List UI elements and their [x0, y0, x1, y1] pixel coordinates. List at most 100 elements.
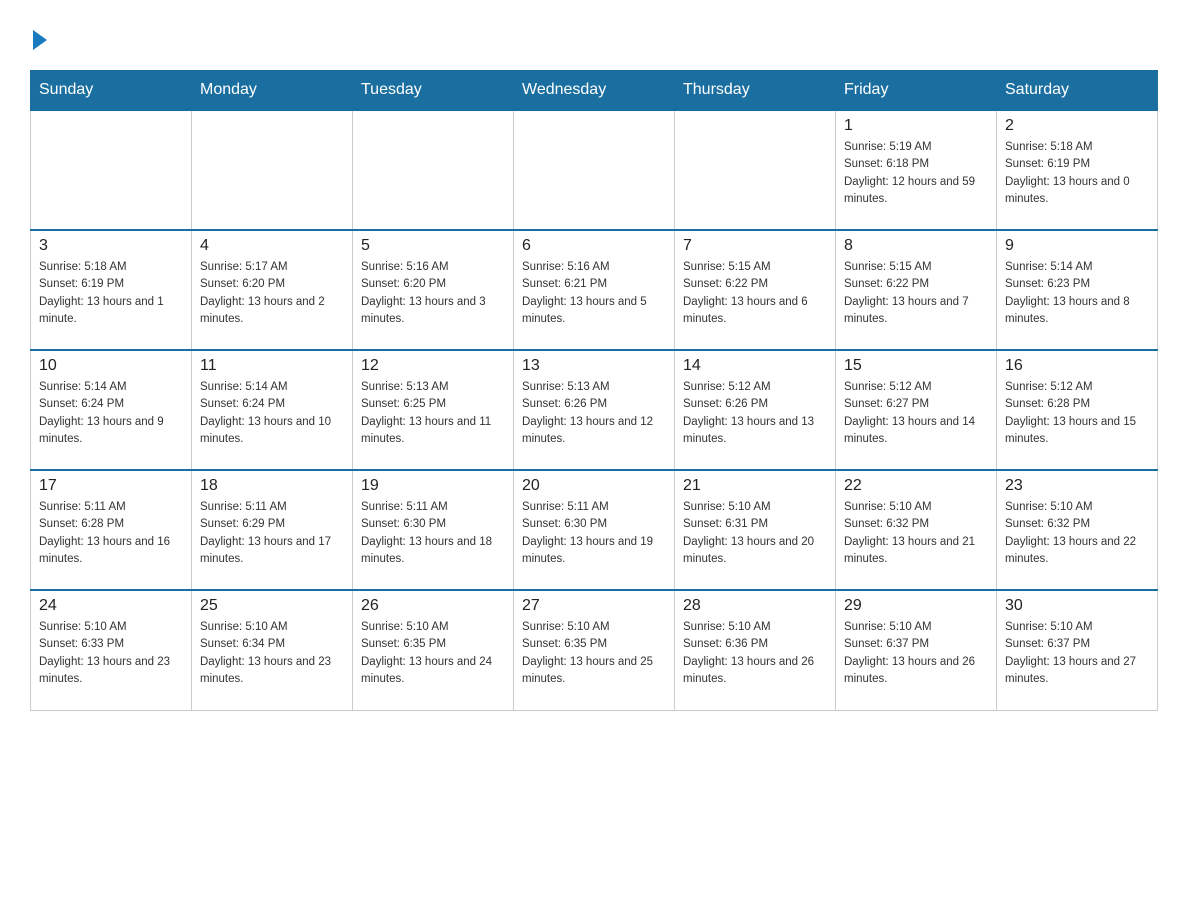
- day-info: Sunrise: 5:13 AMSunset: 6:26 PMDaylight:…: [522, 379, 666, 448]
- calendar-cell: [353, 110, 514, 230]
- calendar-cell: 21 Sunrise: 5:10 AMSunset: 6:31 PMDayligh…: [675, 470, 836, 590]
- day-info: Sunrise: 5:15 AMSunset: 6:22 PMDaylight:…: [844, 259, 988, 328]
- day-header-thursday: Thursday: [675, 71, 836, 111]
- day-number: 8: [844, 237, 988, 255]
- calendar-cell: 11 Sunrise: 5:14 AMSunset: 6:24 PMDayligh…: [192, 350, 353, 470]
- logo-blue-text: [30, 30, 47, 52]
- day-info: Sunrise: 5:10 AMSunset: 6:35 PMDaylight:…: [522, 619, 666, 688]
- calendar-cell: [192, 110, 353, 230]
- day-info: Sunrise: 5:14 AMSunset: 6:24 PMDaylight:…: [39, 379, 183, 448]
- calendar-cell: 14 Sunrise: 5:12 AMSunset: 6:26 PMDayligh…: [675, 350, 836, 470]
- calendar-table: SundayMondayTuesdayWednesdayThursdayFrid…: [30, 70, 1158, 711]
- day-header-sunday: Sunday: [31, 71, 192, 111]
- day-info: Sunrise: 5:11 AMSunset: 6:30 PMDaylight:…: [522, 499, 666, 568]
- day-number: 11: [200, 357, 344, 375]
- day-info: Sunrise: 5:10 AMSunset: 6:37 PMDaylight:…: [1005, 619, 1149, 688]
- day-info: Sunrise: 5:12 AMSunset: 6:27 PMDaylight:…: [844, 379, 988, 448]
- calendar-cell: 3Sunrise: 5:18 AMSunset: 6:19 PMDaylight…: [31, 230, 192, 350]
- day-header-monday: Monday: [192, 71, 353, 111]
- calendar-cell: 18 Sunrise: 5:11 AMSunset: 6:29 PMDayligh…: [192, 470, 353, 590]
- day-info: Sunrise: 5:10 AMSunset: 6:34 PMDaylight:…: [200, 619, 344, 688]
- calendar-week-4: 17 Sunrise: 5:11 AMSunset: 6:28 PMDayligh…: [31, 470, 1158, 590]
- calendar-cell: 13 Sunrise: 5:13 AMSunset: 6:26 PMDayligh…: [514, 350, 675, 470]
- calendar-cell: 24 Sunrise: 5:10 AMSunset: 6:33 PMDayligh…: [31, 590, 192, 710]
- calendar-cell: 23 Sunrise: 5:10 AMSunset: 6:32 PMDayligh…: [997, 470, 1158, 590]
- day-info: Sunrise: 5:11 AMSunset: 6:29 PMDaylight:…: [200, 499, 344, 568]
- calendar-week-1: 1 Sunrise: 5:19 AMSunset: 6:18 PMDaylight…: [31, 110, 1158, 230]
- day-number: 23: [1005, 477, 1149, 495]
- day-info: Sunrise: 5:10 AMSunset: 6:32 PMDaylight:…: [844, 499, 988, 568]
- day-number: 12: [361, 357, 505, 375]
- day-info: Sunrise: 5:13 AMSunset: 6:25 PMDaylight:…: [361, 379, 505, 448]
- logo-triangle-icon: [33, 30, 47, 50]
- day-number: 5: [361, 237, 505, 255]
- calendar-cell: 6 Sunrise: 5:16 AMSunset: 6:21 PMDaylight…: [514, 230, 675, 350]
- day-header-tuesday: Tuesday: [353, 71, 514, 111]
- calendar-cell: 16 Sunrise: 5:12 AMSunset: 6:28 PMDayligh…: [997, 350, 1158, 470]
- day-info: Sunrise: 5:14 AMSunset: 6:24 PMDaylight:…: [200, 379, 344, 448]
- day-info: Sunrise: 5:10 AMSunset: 6:32 PMDaylight:…: [1005, 499, 1149, 568]
- calendar-cell: 7Sunrise: 5:15 AMSunset: 6:22 PMDaylight…: [675, 230, 836, 350]
- day-info: Sunrise: 5:10 AMSunset: 6:33 PMDaylight:…: [39, 619, 183, 688]
- day-number: 10: [39, 357, 183, 375]
- calendar-cell: 4 Sunrise: 5:17 AMSunset: 6:20 PMDaylight…: [192, 230, 353, 350]
- calendar-cell: 17 Sunrise: 5:11 AMSunset: 6:28 PMDayligh…: [31, 470, 192, 590]
- page-header: [30, 20, 1158, 52]
- calendar-week-3: 10 Sunrise: 5:14 AMSunset: 6:24 PMDayligh…: [31, 350, 1158, 470]
- calendar-cell: 1 Sunrise: 5:19 AMSunset: 6:18 PMDaylight…: [836, 110, 997, 230]
- calendar-cell: 15Sunrise: 5:12 AMSunset: 6:27 PMDayligh…: [836, 350, 997, 470]
- day-header-saturday: Saturday: [997, 71, 1158, 111]
- calendar-cell: 29Sunrise: 5:10 AMSunset: 6:37 PMDayligh…: [836, 590, 997, 710]
- day-number: 18: [200, 477, 344, 495]
- day-number: 6: [522, 237, 666, 255]
- logo: [30, 30, 47, 52]
- day-number: 22: [844, 477, 988, 495]
- day-info: Sunrise: 5:11 AMSunset: 6:28 PMDaylight:…: [39, 499, 183, 568]
- calendar-week-2: 3Sunrise: 5:18 AMSunset: 6:19 PMDaylight…: [31, 230, 1158, 350]
- day-header-friday: Friday: [836, 71, 997, 111]
- day-number: 9: [1005, 237, 1149, 255]
- day-number: 30: [1005, 597, 1149, 615]
- day-info: Sunrise: 5:15 AMSunset: 6:22 PMDaylight:…: [683, 259, 827, 328]
- calendar-cell: 9 Sunrise: 5:14 AMSunset: 6:23 PMDaylight…: [997, 230, 1158, 350]
- calendar-cell: 19 Sunrise: 5:11 AMSunset: 6:30 PMDayligh…: [353, 470, 514, 590]
- calendar-cell: 5Sunrise: 5:16 AMSunset: 6:20 PMDaylight…: [353, 230, 514, 350]
- calendar-cell: 26Sunrise: 5:10 AMSunset: 6:35 PMDayligh…: [353, 590, 514, 710]
- day-info: Sunrise: 5:12 AMSunset: 6:26 PMDaylight:…: [683, 379, 827, 448]
- day-number: 21: [683, 477, 827, 495]
- day-number: 17: [39, 477, 183, 495]
- day-number: 14: [683, 357, 827, 375]
- calendar-cell: 28Sunrise: 5:10 AMSunset: 6:36 PMDayligh…: [675, 590, 836, 710]
- day-info: Sunrise: 5:10 AMSunset: 6:31 PMDaylight:…: [683, 499, 827, 568]
- day-info: Sunrise: 5:12 AMSunset: 6:28 PMDaylight:…: [1005, 379, 1149, 448]
- calendar-cell: 2 Sunrise: 5:18 AMSunset: 6:19 PMDaylight…: [997, 110, 1158, 230]
- calendar-week-5: 24 Sunrise: 5:10 AMSunset: 6:33 PMDayligh…: [31, 590, 1158, 710]
- day-number: 4: [200, 237, 344, 255]
- day-number: 25: [200, 597, 344, 615]
- day-number: 29: [844, 597, 988, 615]
- day-number: 13: [522, 357, 666, 375]
- day-number: 26: [361, 597, 505, 615]
- calendar-cell: 10 Sunrise: 5:14 AMSunset: 6:24 PMDayligh…: [31, 350, 192, 470]
- day-number: 2: [1005, 117, 1149, 135]
- day-number: 20: [522, 477, 666, 495]
- calendar-cell: 27 Sunrise: 5:10 AMSunset: 6:35 PMDayligh…: [514, 590, 675, 710]
- day-number: 1: [844, 117, 988, 135]
- day-info: Sunrise: 5:11 AMSunset: 6:30 PMDaylight:…: [361, 499, 505, 568]
- day-info: Sunrise: 5:10 AMSunset: 6:36 PMDaylight:…: [683, 619, 827, 688]
- day-info: Sunrise: 5:17 AMSunset: 6:20 PMDaylight:…: [200, 259, 344, 328]
- day-number: 24: [39, 597, 183, 615]
- day-info: Sunrise: 5:16 AMSunset: 6:21 PMDaylight:…: [522, 259, 666, 328]
- day-number: 16: [1005, 357, 1149, 375]
- calendar-cell: 30 Sunrise: 5:10 AMSunset: 6:37 PMDayligh…: [997, 590, 1158, 710]
- day-header-wednesday: Wednesday: [514, 71, 675, 111]
- day-info: Sunrise: 5:18 AMSunset: 6:19 PMDaylight:…: [1005, 139, 1149, 208]
- calendar-cell: [675, 110, 836, 230]
- day-info: Sunrise: 5:19 AMSunset: 6:18 PMDaylight:…: [844, 139, 988, 208]
- calendar-cell: 20 Sunrise: 5:11 AMSunset: 6:30 PMDayligh…: [514, 470, 675, 590]
- day-number: 27: [522, 597, 666, 615]
- day-info: Sunrise: 5:14 AMSunset: 6:23 PMDaylight:…: [1005, 259, 1149, 328]
- calendar-cell: [31, 110, 192, 230]
- calendar-cell: 8 Sunrise: 5:15 AMSunset: 6:22 PMDaylight…: [836, 230, 997, 350]
- day-number: 19: [361, 477, 505, 495]
